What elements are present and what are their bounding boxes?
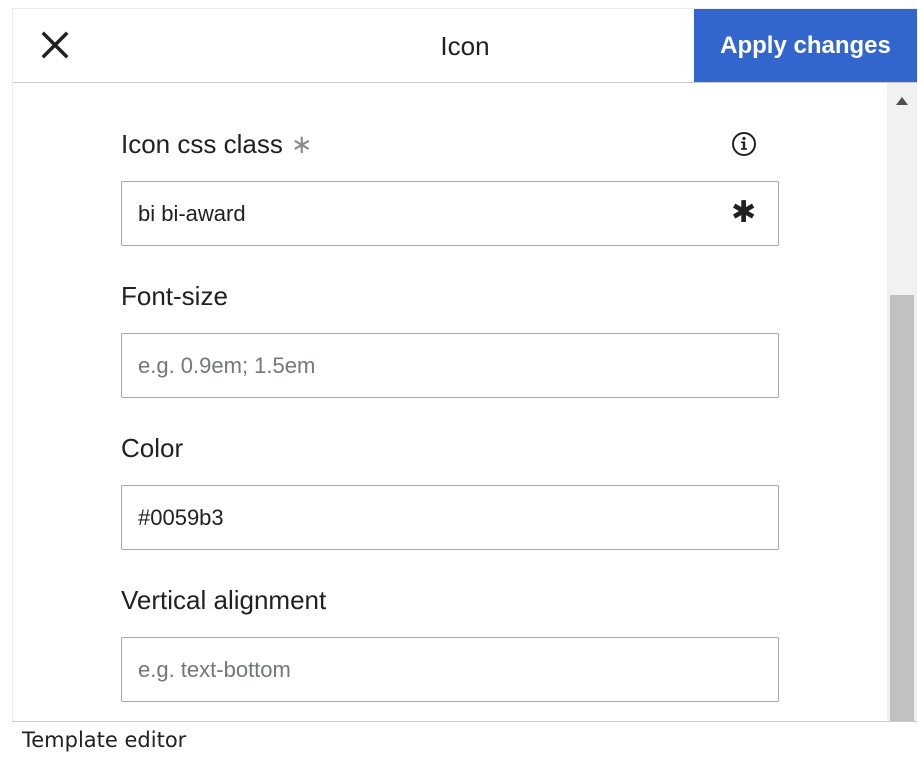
vertical-alignment-input[interactable] — [121, 637, 779, 702]
scrollbar[interactable] — [887, 83, 917, 721]
color-label: Color — [121, 433, 184, 463]
scrollbar-thumb[interactable] — [890, 295, 914, 721]
icon-css-class-label: Icon css class ∗ — [121, 129, 313, 160]
icon-css-class-input[interactable] — [121, 181, 779, 246]
close-icon — [41, 31, 69, 59]
info-icon[interactable] — [731, 131, 757, 157]
font-size-input[interactable] — [121, 333, 779, 398]
triangle-up-icon — [896, 97, 908, 105]
dialog-body: Icon css class∗ ✱ Font-size Color Vertic… — [13, 83, 917, 721]
close-button[interactable] — [35, 25, 75, 65]
footer-bar: Template editor — [12, 721, 917, 754]
dialog-header: Icon Apply changes — [13, 9, 917, 83]
required-mark: ∗ — [290, 129, 313, 159]
required-indicator-icon: ✱ — [731, 196, 757, 229]
vertical-alignment-label: Vertical alignment — [121, 585, 327, 615]
apply-changes-button[interactable]: Apply changes — [694, 9, 917, 82]
dialog-window: Icon Apply changes Icon css class∗ ✱ Fon… — [12, 8, 917, 754]
footer-label: Template editor — [22, 728, 187, 752]
icon-css-class-label-text: Icon css class — [121, 129, 283, 159]
font-size-label: Font-size — [121, 281, 228, 311]
scroll-up-arrow[interactable] — [887, 97, 917, 109]
color-input[interactable] — [121, 485, 779, 550]
